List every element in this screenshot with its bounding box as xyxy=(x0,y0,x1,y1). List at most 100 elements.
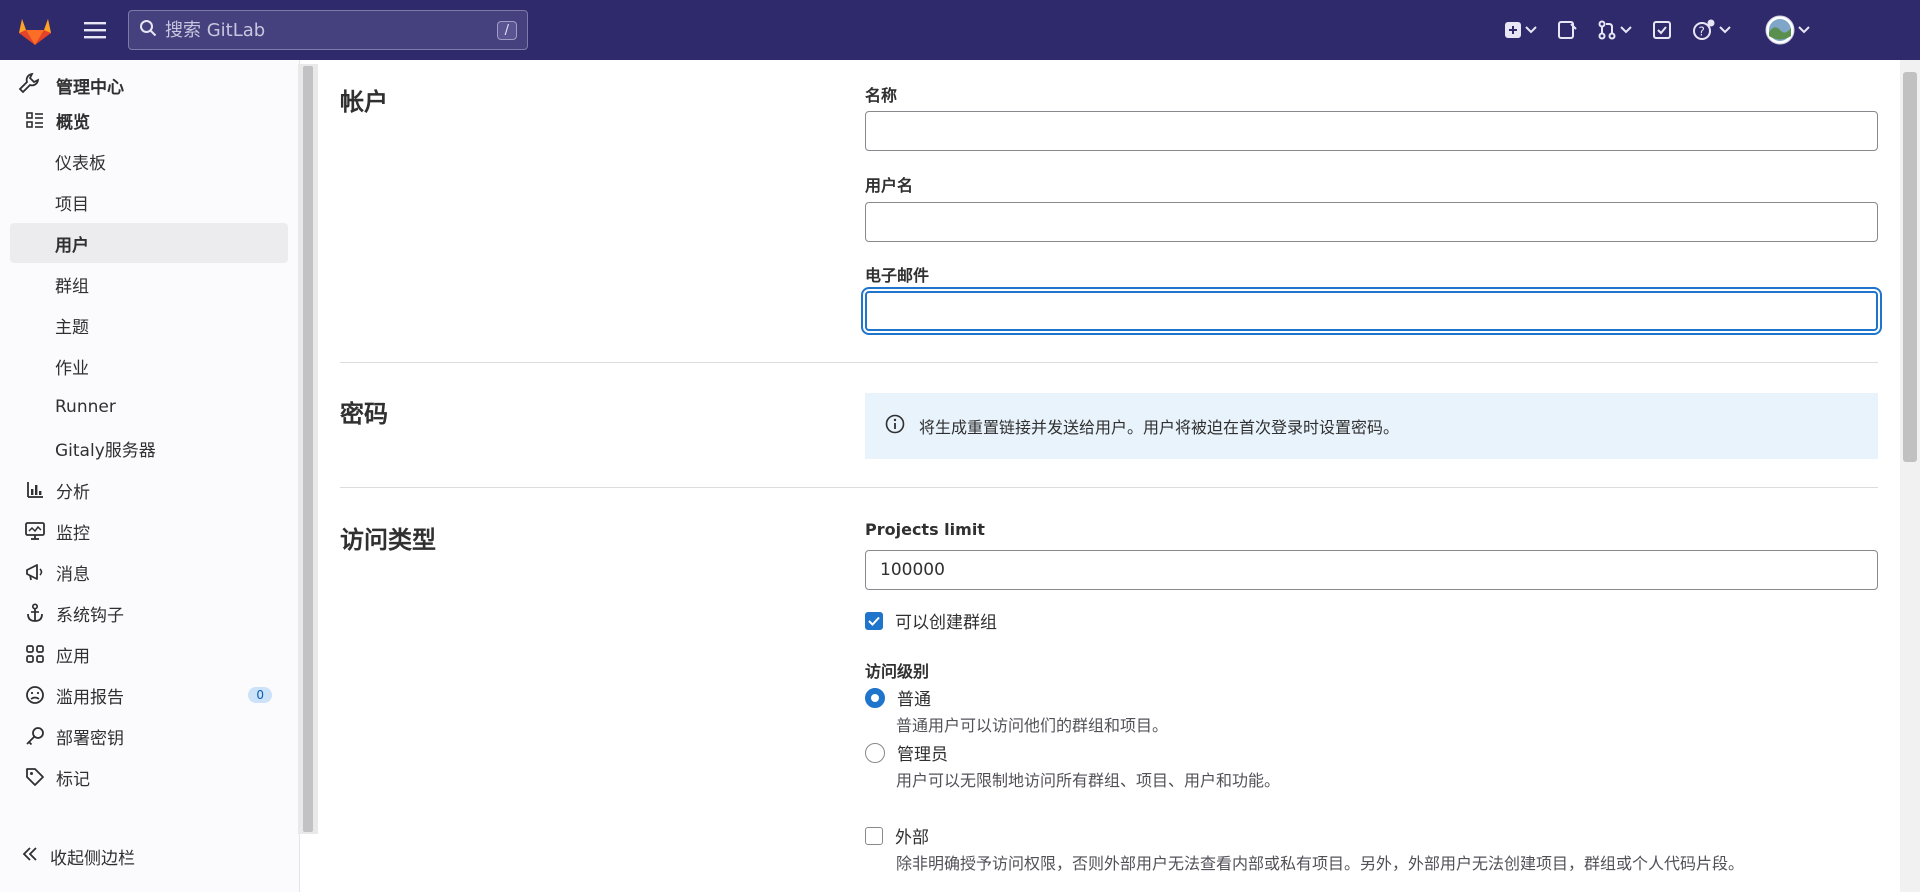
chevron-down-icon xyxy=(1525,26,1537,34)
checkbox-unchecked-icon xyxy=(865,826,883,845)
sidebar-item-label: 监控 xyxy=(56,523,90,544)
access-level-label: 访问级别 xyxy=(865,662,930,681)
sidebar-item-monitoring[interactable]: 监控 xyxy=(10,511,288,551)
external-help: 除非明确授予访问权限，否则外部用户无法查看内部或私有项目。另外，外部用户无法创建… xyxy=(896,854,1745,873)
search-icon xyxy=(139,19,157,42)
sidebar-item-gitaly-servers[interactable]: Gitaly服务器 xyxy=(10,428,288,468)
sidebar-item-dashboard[interactable]: 仪表板 xyxy=(10,141,288,181)
hook-icon xyxy=(24,603,46,623)
help-button[interactable]: ? xyxy=(1688,10,1735,50)
todo-check-icon xyxy=(1652,20,1672,40)
sidebar-item-label: 标记 xyxy=(56,769,90,790)
merge-requests-button[interactable] xyxy=(1593,10,1636,50)
sidebar-item-applications[interactable]: 应用 xyxy=(10,634,288,674)
search-box[interactable]: / xyxy=(128,10,528,50)
radio-selected-icon xyxy=(865,687,885,708)
sidebar-item-label: 作业 xyxy=(55,358,89,379)
sidebar-item-label: 系统钩子 xyxy=(56,605,124,626)
checkbox-checked-icon xyxy=(865,611,883,630)
wrench-icon xyxy=(18,72,40,99)
overview-icon xyxy=(24,112,46,128)
monitor-icon xyxy=(24,522,46,540)
applications-icon xyxy=(24,645,46,663)
chevron-down-icon xyxy=(1798,26,1810,34)
sidebar-item-labels[interactable]: 标记 xyxy=(10,757,288,797)
access-level-admin-radio[interactable]: 管理员 xyxy=(865,740,948,765)
admin-sidebar: 管理中心 概览 仪表板 项目 用户 群组 主题 作业 Runner Gitaly… xyxy=(0,60,300,892)
messages-icon xyxy=(24,563,46,581)
external-label: 外部 xyxy=(895,828,929,848)
sidebar-item-label: 主题 xyxy=(55,317,89,338)
issues-icon xyxy=(1557,20,1577,40)
search-input[interactable] xyxy=(165,19,497,41)
name-field[interactable] xyxy=(865,111,1878,151)
access-level-regular-radio[interactable]: 普通 xyxy=(865,685,931,710)
label-icon xyxy=(24,767,46,787)
sidebar-item-label: 仪表板 xyxy=(55,153,106,174)
page-scrollbar-thumb[interactable] xyxy=(1903,72,1917,462)
collapse-sidebar-button[interactable]: 收起侧边栏 xyxy=(0,830,300,882)
collapse-sidebar-label: 收起侧边栏 xyxy=(50,848,135,869)
sidebar-item-label: 应用 xyxy=(56,646,90,667)
create-new-button[interactable] xyxy=(1500,10,1541,50)
sidebar-item-label: 分析 xyxy=(56,482,90,503)
todos-button[interactable] xyxy=(1648,10,1676,50)
access-section-title: 访问类型 xyxy=(340,526,436,554)
sidebar-item-runners[interactable]: Runner xyxy=(10,387,288,427)
abuse-count-badge: 0 xyxy=(248,687,272,703)
avatar xyxy=(1765,15,1795,45)
sidebar-item-label: 滥用报告 xyxy=(56,687,124,708)
main-content: 帐户 名称 用户名 电子邮件 密码 将生成重置链接并发送给用户。用户将被迫在首次… xyxy=(300,60,1900,892)
projects-limit-label: Projects limit xyxy=(865,520,985,539)
sidebar-item-users[interactable]: 用户 xyxy=(10,223,288,263)
sidebar-item-label: Gitaly服务器 xyxy=(55,440,156,461)
gitlab-logo-icon[interactable] xyxy=(0,0,70,60)
sidebar-item-topics[interactable]: 主题 xyxy=(10,305,288,345)
section-divider xyxy=(340,487,1878,488)
svg-text:?: ? xyxy=(1699,25,1705,39)
chevron-down-icon xyxy=(1620,26,1632,34)
section-divider xyxy=(340,362,1878,363)
hamburger-menu-icon[interactable] xyxy=(74,9,116,51)
sidebar-item-analytics[interactable]: 分析 xyxy=(10,470,288,510)
access-level-admin-help: 用户可以无限制地访问所有群组、项目、用户和功能。 xyxy=(896,771,1281,790)
plus-square-icon xyxy=(1504,21,1522,39)
external-user-checkbox[interactable]: 外部 xyxy=(865,823,929,848)
sidebar-item-jobs[interactable]: 作业 xyxy=(10,346,288,386)
info-icon xyxy=(885,414,905,438)
projects-limit-field[interactable] xyxy=(865,550,1878,590)
password-section-title: 密码 xyxy=(340,400,388,428)
sidebar-header[interactable]: 管理中心 xyxy=(18,72,124,99)
merge-request-icon xyxy=(1597,20,1617,40)
double-chevron-left-icon xyxy=(22,846,38,866)
sidebar-item-label: 消息 xyxy=(56,564,90,585)
can-create-group-checkbox[interactable]: 可以创建群组 xyxy=(865,608,997,633)
access-level-admin-label: 管理员 xyxy=(897,745,948,765)
access-level-regular-help: 普通用户可以访问他们的群组和项目。 xyxy=(896,716,1169,735)
sidebar-item-projects[interactable]: 项目 xyxy=(10,182,288,222)
can-create-group-label: 可以创建群组 xyxy=(895,613,997,633)
username-label: 用户名 xyxy=(865,176,914,195)
sidebar-item-system-hooks[interactable]: 系统钩子 xyxy=(10,593,288,633)
sidebar-item-label: 群组 xyxy=(55,276,89,297)
key-icon xyxy=(24,726,46,746)
sidebar-item-label: 项目 xyxy=(55,194,89,215)
sidebar-item-label: 概览 xyxy=(56,112,90,133)
sidebar-item-messages[interactable]: 消息 xyxy=(10,552,288,592)
user-menu-button[interactable] xyxy=(1761,10,1814,50)
top-bar: / ? xyxy=(0,0,1920,60)
username-field[interactable] xyxy=(865,202,1878,242)
radio-unselected-icon xyxy=(865,742,885,763)
email-label: 电子邮件 xyxy=(865,266,930,285)
search-shortcut-hint: / xyxy=(496,20,517,40)
issues-button[interactable] xyxy=(1553,10,1581,50)
sidebar-item-deploy-keys[interactable]: 部署密钥 xyxy=(10,716,288,756)
sidebar-item-overview[interactable]: 概览 xyxy=(10,100,288,140)
sidebar-item-label: 部署密钥 xyxy=(56,728,124,749)
name-label: 名称 xyxy=(865,86,898,105)
sidebar-item-abuse-reports[interactable]: 滥用报告 0 xyxy=(10,675,288,715)
sidebar-item-groups[interactable]: 群组 xyxy=(10,264,288,304)
sidebar-item-label: Runner xyxy=(55,397,116,417)
email-field[interactable] xyxy=(865,291,1878,331)
abuse-icon xyxy=(24,685,46,705)
